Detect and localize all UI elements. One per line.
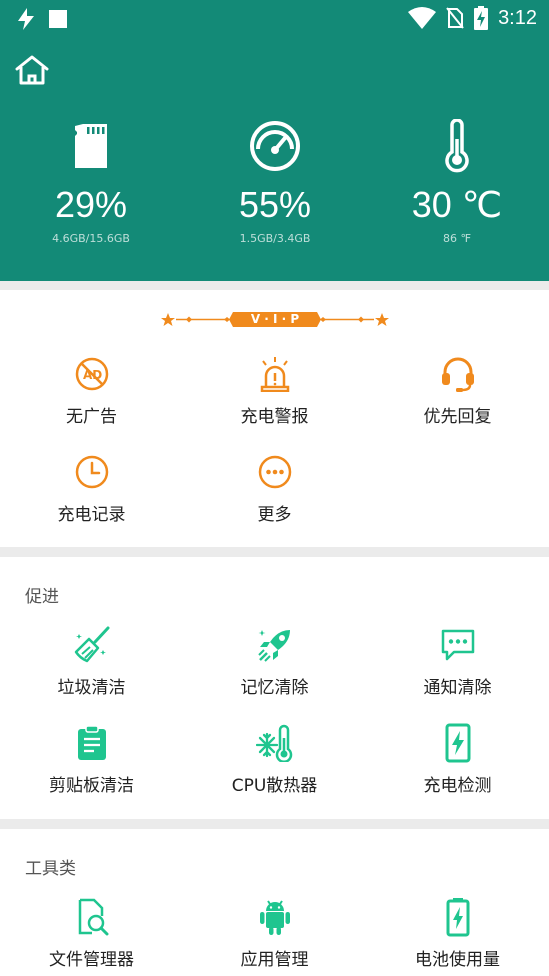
memory-value: 55% [238,184,312,225]
battery-usage-icon [446,898,469,937]
charge-alarm-item[interactable]: 充电警报 [183,352,366,427]
charge-detect-label: 充电检测 [423,776,492,796]
notification-clean-item[interactable]: 通知清除 [366,623,549,698]
alarm-light-icon [260,357,289,392]
vip-section: V · I · P AD 无广告 充电警报 优先回复 充电记录 更多 [0,290,549,547]
wifi-icon [408,7,437,29]
cpu-cooler-item[interactable]: CPU散热器 [183,721,366,796]
charge-detect-icon [445,723,470,763]
app-manager-label: 应用管理 [240,950,309,970]
clipboard-icon [77,725,106,760]
clipboard-clean-label: 剪贴板清洁 [49,776,134,796]
message-icon [441,629,474,661]
home-button[interactable] [14,54,52,88]
more-item[interactable]: 更多 [183,450,366,525]
header: 3:12 29% 4.6GB/15.6GB 55% 1.5GB/3.4GB 30… [0,0,549,281]
no-ads-label: 无广告 [66,407,117,427]
battery-charging-icon [474,6,489,30]
square-notification-icon [49,10,67,28]
flash-icon [18,8,34,30]
temperature-value: 30 ℃ [411,184,503,225]
memory-clean-item[interactable]: 记忆清除 [183,623,366,698]
status-bar: 3:12 [0,0,549,38]
no-ads-item[interactable]: AD 无广告 [0,352,183,427]
clipboard-clean-item[interactable]: 剪贴板清洁 [0,721,183,796]
storage-detail: 4.6GB/15.6GB [52,232,130,245]
tools-section: 工具类 文件管理器 应用管理 电池使用量 [0,829,549,976]
priority-reply-label: 优先回复 [423,407,492,427]
promote-title: 促进 [25,587,59,607]
home-icon [15,55,49,85]
charge-detect-item[interactable]: 充电检测 [366,721,549,796]
vip-banner: V · I · P [160,310,390,332]
status-time: 3:12 [498,6,537,29]
cpu-cooler-icon [255,724,292,762]
storage-stat[interactable]: 29% 4.6GB/15.6GB [1,118,181,245]
clock-icon [75,455,108,489]
temperature-detail: 86 ℉ [443,232,471,245]
charge-alarm-label: 充电警报 [240,407,309,427]
charge-record-item[interactable]: 充电记录 [0,450,183,525]
svg-text:AD: AD [83,368,102,382]
vip-badge-text: V · I · P [250,312,300,326]
promote-section: 促进 垃圾清洁 记忆清除 通知清除 剪贴板清洁 CPU散热器 充电检测 [0,557,549,819]
junk-clean-label: 垃圾清洁 [57,678,126,698]
no-sim-icon [446,7,464,29]
no-ads-icon: AD [75,357,108,391]
memory-clean-label: 记忆清除 [240,678,309,698]
junk-clean-item[interactable]: 垃圾清洁 [0,623,183,698]
cpu-cooler-label: CPU散热器 [231,776,318,796]
more-label: 更多 [257,505,292,525]
speedometer-icon [250,121,300,171]
file-manager-item[interactable]: 文件管理器 [0,895,183,970]
memory-stat[interactable]: 55% 1.5GB/3.4GB [185,118,365,245]
rocket-icon [257,630,290,662]
tools-title: 工具类 [25,859,76,879]
app-manager-item[interactable]: 应用管理 [183,895,366,970]
temperature-stat[interactable]: 30 ℃ 86 ℉ [367,118,547,245]
file-search-icon [78,898,108,936]
headset-icon [441,357,474,392]
charge-record-label: 充电记录 [57,505,126,525]
battery-usage-item[interactable]: 电池使用量 [366,895,549,970]
notification-clean-label: 通知清除 [423,678,492,698]
battery-usage-label: 电池使用量 [415,950,500,970]
sd-card-icon [75,124,107,168]
broom-icon [74,626,109,663]
thermometer-icon [445,119,469,173]
memory-detail: 1.5GB/3.4GB [239,232,311,245]
android-icon [259,900,290,935]
priority-reply-item[interactable]: 优先回复 [366,352,549,427]
file-manager-label: 文件管理器 [49,950,134,970]
storage-value: 29% [54,184,128,225]
more-icon [258,455,291,489]
